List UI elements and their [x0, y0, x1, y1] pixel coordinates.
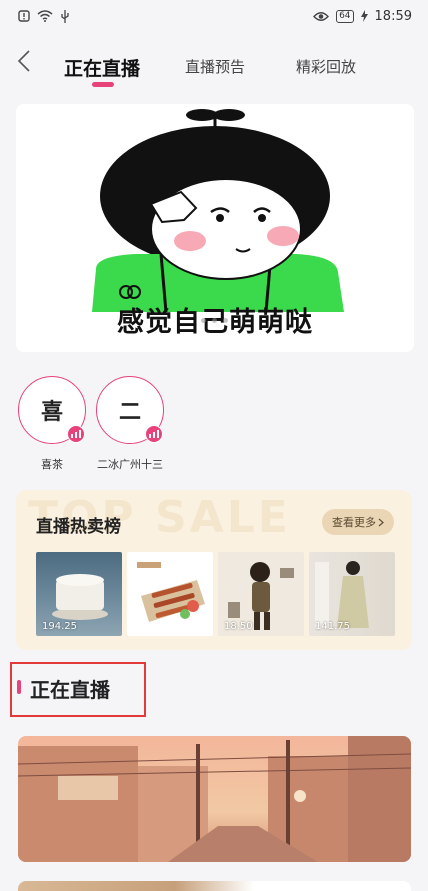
top-nav: 正在直播 直播预告 精彩回放: [0, 42, 428, 92]
status-bar: 64 18:59: [0, 0, 428, 32]
wifi-icon: [37, 10, 53, 22]
live-card-image: [18, 736, 411, 862]
see-more-button[interactable]: 查看更多: [322, 509, 394, 535]
anchor-item[interactable]: 二 二冰广州十三: [96, 376, 164, 471]
hot-sales-title: 直播热卖榜: [36, 517, 121, 537]
avatar[interactable]: 二: [96, 376, 164, 444]
live-bars-icon: [145, 425, 163, 443]
anchor-name: 二冰广州十三: [97, 458, 163, 471]
pagination-dot: [200, 318, 206, 323]
see-more-label: 查看更多: [332, 516, 376, 529]
avatar-initial: 二: [118, 400, 141, 425]
product-item[interactable]: 141.75: [309, 552, 395, 636]
active-tab-indicator: [92, 82, 114, 87]
product-price: 141.75: [315, 621, 350, 632]
back-button[interactable]: [12, 48, 36, 74]
anchor-item[interactable]: 喜 喜茶: [18, 376, 86, 471]
chevron-left-icon: [17, 50, 30, 72]
hot-sales-card: TOP SALE 直播热卖榜 查看更多 194.25 18.50 141.75: [16, 490, 412, 650]
product-image: [137, 562, 205, 622]
eye-icon: [313, 11, 330, 22]
charging-icon: [360, 10, 368, 22]
live-bars-icon: [67, 425, 85, 443]
avatar-initial: 喜: [40, 400, 63, 425]
status-time: 18:59: [374, 8, 412, 24]
section-marker: [17, 680, 21, 694]
banner-pagination: [0, 318, 428, 323]
tab-live-now[interactable]: 正在直播: [64, 54, 140, 81]
chevron-right-icon: [378, 518, 384, 526]
product-item[interactable]: [127, 552, 213, 636]
pagination-dot: [211, 318, 217, 323]
live-card[interactable]: [18, 881, 411, 891]
live-section-title: 正在直播: [30, 678, 110, 702]
product-price: 194.25: [42, 621, 77, 632]
tab-live-preview[interactable]: 直播预告: [185, 56, 245, 77]
live-card[interactable]: [18, 736, 411, 862]
alert-icon: [18, 10, 30, 22]
pagination-dot: [222, 318, 228, 323]
avatar[interactable]: 喜: [18, 376, 86, 444]
usb-icon: [60, 9, 70, 23]
product-item[interactable]: 194.25: [36, 552, 122, 636]
product-price: 18.50: [224, 621, 253, 632]
product-item[interactable]: 18.50: [218, 552, 304, 636]
banner[interactable]: 感觉自己萌萌哒: [16, 104, 414, 352]
tab-highlights[interactable]: 精彩回放: [296, 56, 356, 77]
battery-indicator: 64: [336, 9, 354, 23]
